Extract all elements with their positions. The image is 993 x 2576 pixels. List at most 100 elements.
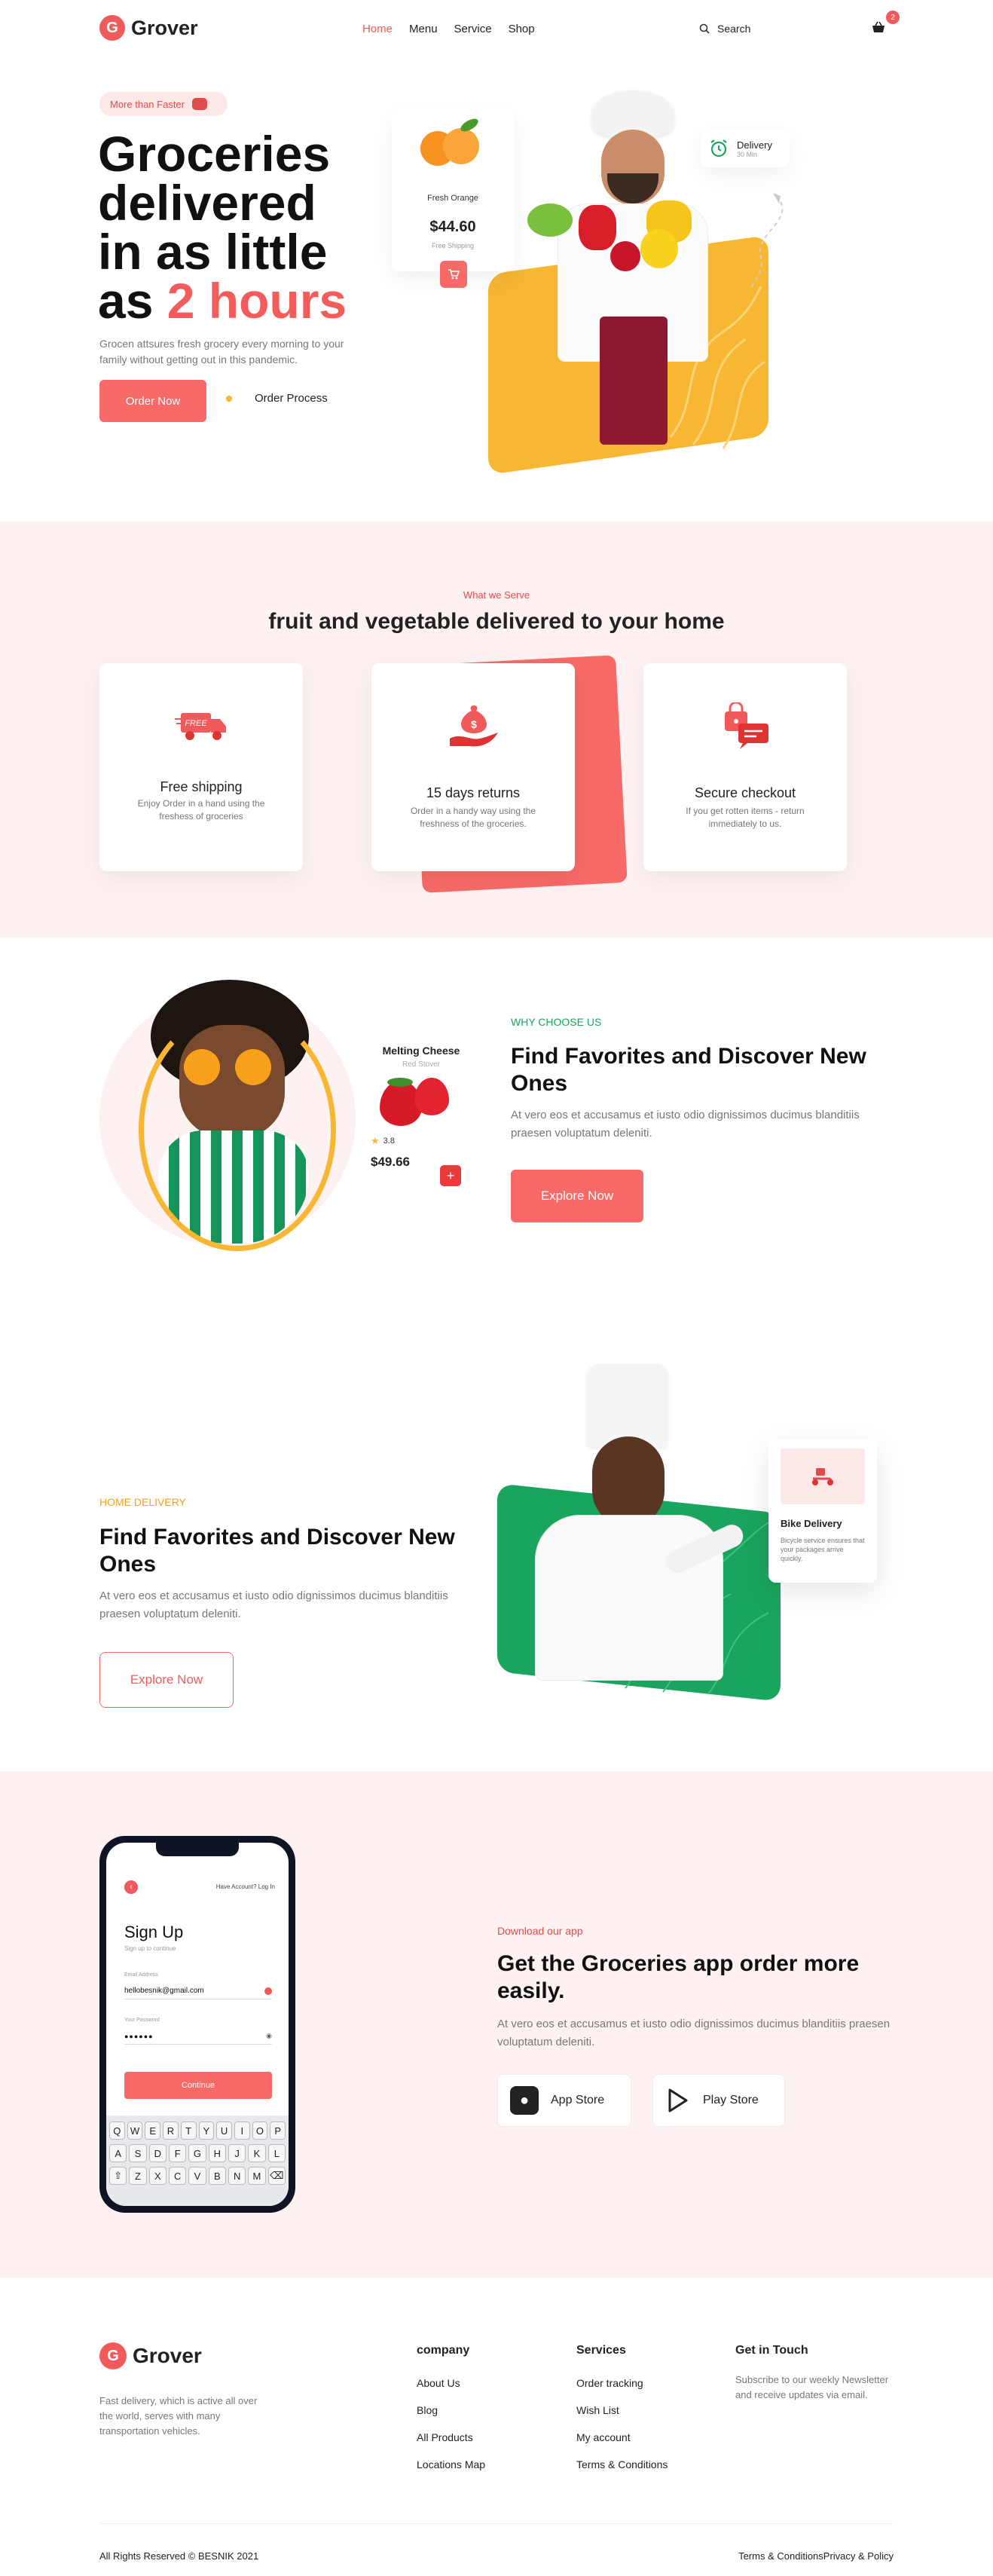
nav-home[interactable]: Home xyxy=(362,23,393,35)
footer-link-about[interactable]: About Us xyxy=(417,2376,552,2403)
hero-badge: More than Faster xyxy=(99,92,228,116)
key[interactable]: F xyxy=(169,2144,187,2162)
key[interactable]: T xyxy=(180,2122,197,2140)
product-mini-add-button[interactable]: + xyxy=(440,1165,461,1186)
serve-card-shipping: FREE Free shipping Enjoy Order in a hand… xyxy=(99,663,303,871)
footer-logo[interactable]: G Grover xyxy=(99,2342,202,2369)
phone-screen: ‹ Have Account? Log In Sign Up Sign up t… xyxy=(106,1843,289,2206)
footer-link-locations[interactable]: Locations Map xyxy=(417,2457,552,2484)
nav-shop[interactable]: Shop xyxy=(509,23,535,35)
why-explore-button[interactable]: Explore Now xyxy=(511,1170,643,1222)
key[interactable]: K xyxy=(248,2144,266,2162)
key[interactable]: B xyxy=(208,2167,226,2185)
key[interactable]: J xyxy=(228,2144,246,2162)
product-card-orange[interactable]: Fresh Orange $44.60 Free Shipping xyxy=(392,109,514,271)
alarm-clock-icon xyxy=(710,139,727,158)
footer-copyright: All Rights Reserved © BESNIK 2021 xyxy=(99,2550,259,2562)
footer-link-products[interactable]: All Products xyxy=(417,2430,552,2457)
hero-description: Grocen attsures fresh grocery every morn… xyxy=(99,338,344,366)
money-hand-icon: $ xyxy=(450,705,498,747)
strawberry-image xyxy=(371,1073,472,1130)
footer-newsletter-text: Subscribe to our weekly Newsletter and r… xyxy=(735,2374,889,2400)
footer-col-title: Services xyxy=(576,2344,626,2357)
footer-link-account[interactable]: My account xyxy=(576,2430,712,2457)
key[interactable]: A xyxy=(109,2144,127,2162)
key[interactable]: V xyxy=(188,2167,206,2185)
nav-service[interactable]: Service xyxy=(454,23,492,35)
scooter-delivery-icon xyxy=(812,1468,834,1485)
order-process-button[interactable]: Order Process xyxy=(226,392,328,405)
svg-text:FREE: FREE xyxy=(185,719,207,728)
key[interactable]: Q xyxy=(108,2122,125,2140)
footer-link-tracking[interactable]: Order tracking xyxy=(576,2376,712,2403)
hero-title-line4: as 2 hours xyxy=(98,276,347,326)
serve-card-title: Secure checkout xyxy=(694,785,796,800)
phone-back-button[interactable]: ‹ xyxy=(124,1880,138,1894)
order-now-button[interactable]: Order Now xyxy=(99,380,206,422)
footer-link-wishlist[interactable]: Wish List xyxy=(576,2403,712,2430)
key[interactable]: C xyxy=(169,2167,187,2185)
delivery-description: At vero eos et accusamus et iusto odio d… xyxy=(99,1589,448,1620)
footer-link-blog[interactable]: Blog xyxy=(417,2403,552,2430)
why-title: Find Favorites and Discover New Ones xyxy=(511,1044,866,1096)
dashed-path-decoration xyxy=(749,193,784,291)
shift-key-icon[interactable]: ⇧ xyxy=(109,2167,127,2185)
delivery-explore-button[interactable]: Explore Now xyxy=(99,1652,234,1708)
key[interactable]: R xyxy=(163,2122,179,2140)
key[interactable]: H xyxy=(208,2144,226,2162)
key[interactable]: S xyxy=(129,2144,147,2162)
key[interactable]: E xyxy=(145,2122,161,2140)
scooter-icon xyxy=(192,98,207,110)
phone-email-field[interactable]: hellobesnik@gmail.com xyxy=(124,1983,272,1999)
keyboard-row-3: ⇧ ZXCVBNM ⌫ xyxy=(109,2167,286,2185)
delivery-truck-icon: FREE xyxy=(175,713,226,740)
backspace-key-icon[interactable]: ⌫ xyxy=(267,2167,286,2185)
product-card-shipping: Free Shipping xyxy=(431,242,475,249)
phone-password-value: ●●●●●● xyxy=(124,2032,154,2040)
brand-logo[interactable]: G Grover xyxy=(99,15,198,41)
phone-continue-button[interactable]: Continue xyxy=(124,2072,272,2099)
app-description: At vero eos et accusamus et iusto odio d… xyxy=(497,2018,891,2048)
key[interactable]: O xyxy=(252,2122,268,2140)
play-store-button[interactable]: Play Store xyxy=(652,2074,785,2127)
key[interactable]: X xyxy=(148,2167,167,2185)
key[interactable]: W xyxy=(127,2122,143,2140)
key[interactable]: I xyxy=(234,2122,250,2140)
orange-image xyxy=(420,116,481,173)
key[interactable]: N xyxy=(228,2167,246,2185)
app-store-button[interactable]: ● App Store xyxy=(497,2074,631,2127)
logo-icon: G xyxy=(99,2342,127,2369)
hero-title-line2: delivered xyxy=(98,175,316,231)
hero-title-highlight: 2 hours xyxy=(167,273,347,329)
key[interactable]: D xyxy=(148,2144,167,2162)
cart-button[interactable]: 2 xyxy=(871,11,900,38)
why-eyebrow: WHY CHOOSE US xyxy=(511,1016,602,1028)
key[interactable]: P xyxy=(270,2122,286,2140)
bike-image xyxy=(781,1449,865,1504)
search-button[interactable]: Search xyxy=(699,23,750,35)
phone-keyboard: QWERTYUIOP ASDFGHJKL ⇧ ZXCVBNM ⌫ xyxy=(106,2116,289,2206)
footer-terms-link[interactable]: Terms & Conditions xyxy=(738,2550,823,2562)
key[interactable]: L xyxy=(267,2144,286,2162)
footer-privacy-link[interactable]: Privacy & Policy xyxy=(823,2550,894,2562)
phone-email-label: Email Address xyxy=(124,1972,158,1978)
phone-password-field[interactable]: ●●●●●● ◉ xyxy=(124,2028,272,2045)
main-nav: Home Menu Service Shop xyxy=(362,23,535,35)
key[interactable]: Z xyxy=(129,2167,147,2185)
keyboard-row-2: ASDFGHJKL xyxy=(109,2144,286,2162)
footer-col-title: Get in Touch xyxy=(735,2344,808,2357)
add-to-cart-button[interactable] xyxy=(440,261,467,288)
key[interactable]: U xyxy=(216,2122,232,2140)
search-icon xyxy=(699,23,710,34)
product-mini-name: Melting Cheese xyxy=(382,1045,460,1057)
phone-login-link[interactable]: Have Account? Log In xyxy=(216,1883,275,1890)
key[interactable]: Y xyxy=(198,2122,215,2140)
app-eyebrow: Download our app xyxy=(497,1925,583,1937)
nav-menu[interactable]: Menu xyxy=(409,23,438,35)
key[interactable]: G xyxy=(188,2144,206,2162)
key[interactable]: M xyxy=(248,2167,266,2185)
hero-badge-text: More than Faster xyxy=(110,98,185,110)
cart-count-badge: 2 xyxy=(886,11,900,24)
delivery-title: Find Favorites and Discover New Ones xyxy=(99,1525,455,1577)
footer-link-terms[interactable]: Terms & Conditions xyxy=(576,2457,712,2484)
